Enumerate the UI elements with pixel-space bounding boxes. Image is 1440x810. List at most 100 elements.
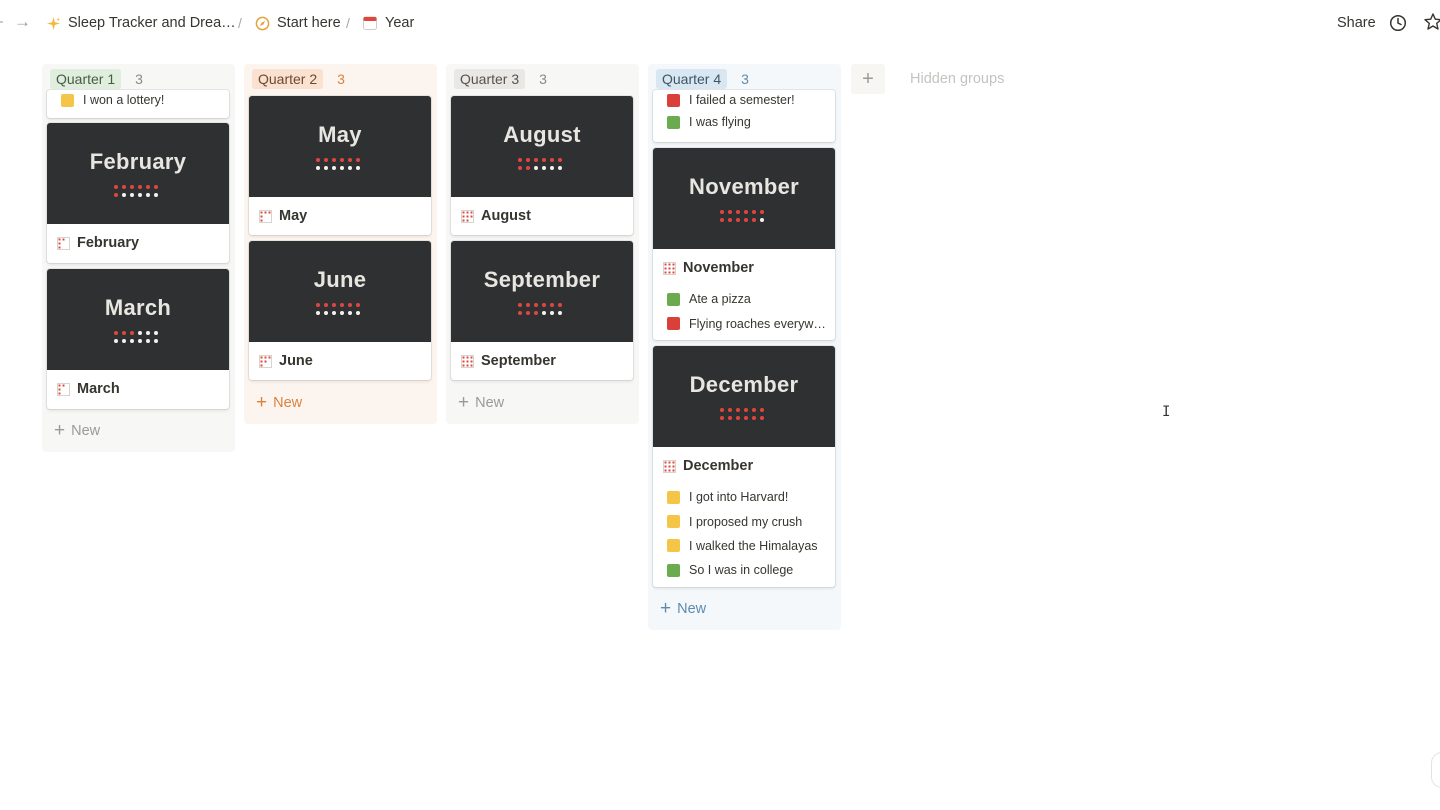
card-title: September xyxy=(451,342,633,380)
card-title-text: November xyxy=(683,260,754,276)
calendar-grid-icon xyxy=(663,459,676,473)
new-card-button-quarter-1[interactable]: + New xyxy=(54,421,100,440)
board-card-december[interactable]: December December I got into Harvard! I … xyxy=(653,346,835,587)
card-property: I got into Harvard! xyxy=(653,485,835,509)
sparkles-icon xyxy=(45,15,61,31)
cover-title: August xyxy=(503,122,581,147)
board-card-february[interactable]: February February xyxy=(47,123,229,263)
breadcrumb-item-year[interactable]: Year xyxy=(362,15,414,31)
board-card-august[interactable]: August August xyxy=(451,96,633,235)
group-header-quarter-2[interactable]: Quarter 2 3 xyxy=(252,68,345,90)
status-square xyxy=(61,93,74,107)
calendar-grid-icon xyxy=(663,261,676,275)
status-square xyxy=(667,515,680,529)
status-square xyxy=(667,115,680,129)
board-card-september[interactable]: September September xyxy=(451,241,633,380)
star-icon[interactable] xyxy=(1423,12,1440,32)
plus-icon: + xyxy=(862,67,874,90)
property-text: I walked the Himalayas xyxy=(689,538,818,553)
forward-arrow-icon[interactable]: → xyxy=(14,12,31,32)
breadcrumb-label: Sleep Tracker and Drea… xyxy=(68,15,236,31)
compass-icon xyxy=(254,15,270,31)
group-count: 3 xyxy=(741,71,749,87)
card-property: So I was in college xyxy=(653,558,835,582)
breadcrumb-separator: / xyxy=(346,15,350,31)
card-property: Ate a pizza xyxy=(653,287,835,311)
dots-icon xyxy=(518,158,562,170)
card-title: February xyxy=(47,224,229,262)
board-card-partial[interactable]: I won a lottery! xyxy=(47,90,229,118)
cover-title: May xyxy=(318,122,362,147)
property-text: Flying roaches everyw… xyxy=(689,316,826,331)
cover-title: March xyxy=(104,295,172,320)
board-card-partial[interactable]: I failed a semester! I was flying xyxy=(653,90,835,142)
dots-icon xyxy=(316,158,360,170)
dots-icon xyxy=(720,408,764,420)
back-arrow-icon[interactable]: – xyxy=(0,13,3,31)
board-card-june[interactable]: June June xyxy=(249,241,431,380)
plus-icon: + xyxy=(458,392,470,413)
card-title-text: August xyxy=(481,208,531,224)
status-square xyxy=(667,490,680,504)
card-title-text: June xyxy=(279,353,313,369)
group-tag: Quarter 2 xyxy=(252,69,324,89)
cover-title: September xyxy=(483,267,601,292)
status-square xyxy=(667,93,680,107)
calendar-grid-icon xyxy=(461,354,474,368)
card-title: May xyxy=(249,197,431,235)
card-cover: March xyxy=(47,269,229,370)
cover-title: June xyxy=(313,267,367,292)
card-cover: February xyxy=(47,123,229,224)
cover-title: February xyxy=(89,149,187,174)
text-cursor-icon: I xyxy=(1162,404,1171,420)
hidden-groups-toggle[interactable]: Hidden groups xyxy=(910,71,1004,87)
dots-icon xyxy=(720,210,764,222)
card-title-text: September xyxy=(481,353,556,369)
card-title: November xyxy=(653,249,835,287)
card-title: August xyxy=(451,197,633,235)
new-label: New xyxy=(273,395,303,411)
calendar-grid-icon xyxy=(57,382,70,396)
new-label: New xyxy=(677,601,707,617)
card-title-text: February xyxy=(77,235,140,251)
new-card-button-quarter-4[interactable]: + New xyxy=(660,598,707,619)
property-text: I failed a semester! xyxy=(689,93,795,107)
property-text: Ate a pizza xyxy=(689,292,751,307)
group-header-quarter-4[interactable]: Quarter 4 3 xyxy=(656,68,749,90)
group-header-quarter-1[interactable]: Quarter 1 3 xyxy=(50,68,143,90)
group-count: 3 xyxy=(135,71,143,87)
share-button[interactable]: Share xyxy=(1337,15,1376,31)
dots-icon xyxy=(316,303,360,315)
status-square xyxy=(667,317,680,331)
clock-icon[interactable] xyxy=(1389,14,1407,32)
board-card-march[interactable]: March March xyxy=(47,269,229,409)
board-card-may[interactable]: May May xyxy=(249,96,431,235)
card-property: I proposed my crush xyxy=(653,509,835,533)
card-title: December xyxy=(653,447,835,485)
dots-icon xyxy=(114,185,158,197)
card-title-text: March xyxy=(77,381,120,397)
plus-icon: + xyxy=(660,598,672,619)
cover-title: November xyxy=(689,174,799,199)
add-group-button[interactable]: + xyxy=(851,64,885,94)
card-cover: December xyxy=(653,346,835,447)
card-cover: May xyxy=(249,96,431,197)
card-title-text: May xyxy=(279,208,308,224)
group-tag: Quarter 3 xyxy=(454,69,526,89)
group-header-quarter-3[interactable]: Quarter 3 3 xyxy=(454,68,547,90)
board-card-november[interactable]: November November Ate a pizza Flying roa… xyxy=(653,148,835,340)
new-label: New xyxy=(475,395,505,411)
card-property: I walked the Himalayas xyxy=(653,534,835,558)
group-tag: Quarter 1 xyxy=(50,69,122,89)
status-square xyxy=(667,563,680,577)
plus-icon: + xyxy=(256,392,268,413)
new-card-button-quarter-3[interactable]: + New xyxy=(458,392,505,413)
card-cover: September xyxy=(451,241,633,342)
group-tag: Quarter 4 xyxy=(656,69,728,89)
breadcrumb-item-sleep-tracker[interactable]: Sleep Tracker and Drea… xyxy=(45,15,236,31)
property-text: I was flying xyxy=(689,115,751,130)
card-cover: November xyxy=(653,148,835,249)
breadcrumb-item-start-here[interactable]: Start here xyxy=(254,15,341,31)
new-card-button-quarter-2[interactable]: + New xyxy=(256,392,303,413)
help-button[interactable] xyxy=(1431,752,1440,788)
